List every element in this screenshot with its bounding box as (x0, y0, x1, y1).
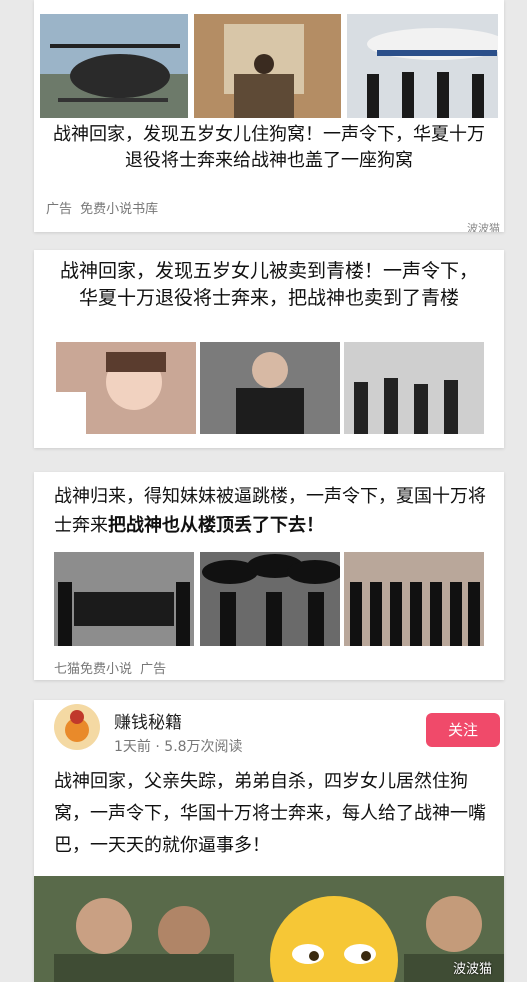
card-3-title[interactable]: 战神归来，得知妹妹被逼跳楼，一声令下，夏国十万将士奔来把战神也从楼顶丢了下去！ (54, 482, 492, 540)
thumb-car-guards (54, 552, 194, 646)
source-name[interactable]: 免费小说书库 (80, 202, 158, 217)
author-avatar[interactable] (54, 704, 100, 750)
author-name[interactable]: 赚钱秘籍 (114, 708, 182, 733)
bottom-watermark: 波波猫 (452, 962, 492, 977)
feed-card-1[interactable]: 战神回家，发现五岁女儿住狗窝！一声令下，华夏十万退役将士奔来给战神也盖了一座狗窝… (34, 0, 504, 232)
thumb-girl (56, 342, 196, 434)
card-3-title-bold: 把战神也从楼顶丢了下去！ (108, 515, 324, 536)
post-meta: 1天前 · 5.8万次阅读 (114, 736, 243, 756)
thumb-man-coat (200, 342, 340, 434)
post-image-soldiers (34, 876, 504, 982)
follow-button[interactable]: 关注 (426, 713, 500, 747)
dot-separator: · (155, 739, 165, 755)
post-time: 1天前 (114, 739, 151, 755)
thumb-umbrellas (200, 552, 340, 646)
source-name[interactable]: 七猫免费小说 (54, 662, 132, 677)
ad-tag: 广告 (46, 202, 73, 217)
thumb-airplane (347, 14, 498, 118)
read-count: 5.8万次阅读 (164, 739, 243, 755)
watermark-label: 波波猫 (467, 222, 500, 232)
post-body[interactable]: 战神回家，父亲失踪，弟弟自杀，四岁女儿居然住狗窝，一声令下，华国十万将士奔来，每… (54, 766, 488, 862)
card-2-title[interactable]: 战神回家，发现五岁女儿被卖到青楼！一声令下，华夏十万退役将士奔来，把战神也卖到了… (54, 258, 484, 312)
thumb-doghouse (194, 14, 341, 118)
feed-card-2[interactable]: 战神回家，发现五岁女儿被卖到青楼！一声令下，华夏十万退役将士奔来，把战神也卖到了… (34, 250, 504, 448)
thumb-helicopter (40, 14, 188, 118)
card-1-meta: 广告 免费小说书库 (46, 198, 158, 217)
card-1-title[interactable]: 战神回家，发现五岁女儿住狗窝！一声令下，华夏十万退役将士奔来给战神也盖了一座狗窝 (46, 122, 492, 178)
thumb-soldiers-bow (344, 342, 484, 434)
feed-card-4[interactable]: 赚钱秘籍 1天前 · 5.8万次阅读 关注 战神回家，父亲失踪，弟弟自杀，四岁女… (34, 700, 504, 982)
card-3-meta: 七猫免费小说 广告 (54, 658, 166, 677)
ad-tag: 广告 (140, 662, 167, 677)
feed-card-3[interactable]: 战神归来，得知妹妹被逼跳楼，一声令下，夏国十万将士奔来把战神也从楼顶丢了下去！ … (34, 472, 504, 680)
thumb-line-guards (344, 552, 484, 646)
